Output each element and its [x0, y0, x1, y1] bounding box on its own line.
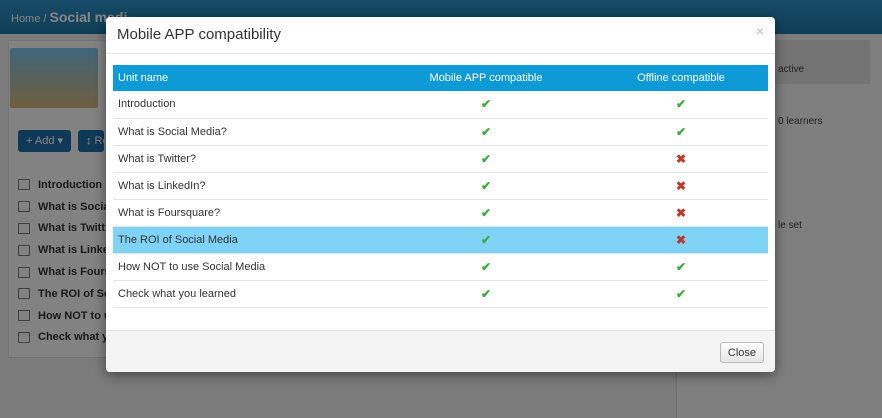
mobile-compatible-cell: ✔ — [378, 199, 594, 227]
offline-compatible-cell: ✔ — [594, 118, 768, 146]
table-row: How NOT to use Social Media ✔ ✔ — [113, 253, 768, 281]
cross-icon: ✖ — [675, 178, 687, 193]
mobile-compatible-cell: ✔ — [378, 280, 594, 308]
offline-compatible-cell: ✔ — [594, 280, 768, 308]
table-row: What is Twitter? ✔ ✖ — [113, 145, 768, 173]
compatibility-table-wrap: Unit name Mobile APP compatible Offline … — [113, 65, 768, 308]
mobile-compatible-cell: ✔ — [378, 145, 594, 173]
check-icon: ✔ — [675, 97, 687, 112]
mobile-compatible-cell: ✔ — [378, 253, 594, 281]
unit-name-cell: Introduction — [113, 91, 378, 119]
cross-icon: ✖ — [675, 232, 687, 247]
offline-compatible-cell: ✔ — [594, 253, 768, 281]
cross-icon: ✖ — [675, 205, 687, 220]
modal-footer: Close — [106, 330, 775, 372]
mobile-compatible-cell: ✔ — [378, 172, 594, 200]
check-icon: ✔ — [480, 124, 492, 139]
check-icon: ✔ — [480, 286, 492, 301]
table-row: What is Foursquare? ✔ ✖ — [113, 199, 768, 227]
check-icon: ✔ — [480, 97, 492, 112]
table-row: Check what you learned ✔ ✔ — [113, 280, 768, 308]
mobile-compatible-cell: ✔ — [378, 226, 594, 254]
column-header-unit-name: Unit name — [113, 65, 378, 91]
unit-name-cell: What is Social Media? — [113, 118, 378, 146]
unit-name-cell: Check what you learned — [113, 280, 378, 308]
close-button[interactable]: Close — [719, 342, 764, 363]
check-icon: ✔ — [675, 124, 687, 139]
table-row: The ROI of Social Media ✔ ✖ — [113, 226, 768, 254]
unit-name-cell: What is Twitter? — [113, 145, 378, 173]
check-icon: ✔ — [480, 151, 492, 166]
check-icon: ✔ — [675, 286, 687, 301]
mobile-compatible-cell: ✔ — [378, 91, 594, 119]
offline-compatible-cell: ✔ — [594, 91, 768, 119]
column-header-mobile: Mobile APP compatible — [378, 65, 594, 91]
offline-compatible-cell: ✖ — [594, 145, 768, 173]
mobile-app-compatibility-modal: Mobile APP compatibility × Unit name Mob… — [106, 17, 775, 372]
column-header-offline: Offline compatible — [594, 65, 768, 91]
check-icon: ✔ — [480, 259, 492, 274]
check-icon: ✔ — [480, 178, 492, 193]
modal-title: Mobile APP compatibility — [117, 26, 281, 43]
compatibility-table: Unit name Mobile APP compatible Offline … — [113, 65, 768, 308]
unit-name-cell: What is Foursquare? — [113, 199, 378, 227]
check-icon: ✔ — [480, 232, 492, 247]
unit-name-cell: What is LinkedIn? — [113, 172, 378, 200]
offline-compatible-cell: ✖ — [594, 226, 768, 254]
mobile-compatible-cell: ✔ — [378, 118, 594, 146]
close-icon[interactable]: × — [756, 23, 764, 39]
offline-compatible-cell: ✖ — [594, 172, 768, 200]
table-header-row: Unit name Mobile APP compatible Offline … — [113, 65, 768, 91]
unit-name-cell: How NOT to use Social Media — [113, 253, 378, 281]
check-icon: ✔ — [480, 205, 492, 220]
table-row: What is LinkedIn? ✔ ✖ — [113, 172, 768, 200]
offline-compatible-cell: ✖ — [594, 199, 768, 227]
cross-icon: ✖ — [675, 151, 687, 166]
check-icon: ✔ — [675, 259, 687, 274]
modal-header: Mobile APP compatibility × — [106, 17, 775, 54]
table-row: Introduction ✔ ✔ — [113, 91, 768, 119]
unit-name-cell: The ROI of Social Media — [113, 226, 378, 254]
table-row: What is Social Media? ✔ ✔ — [113, 118, 768, 146]
